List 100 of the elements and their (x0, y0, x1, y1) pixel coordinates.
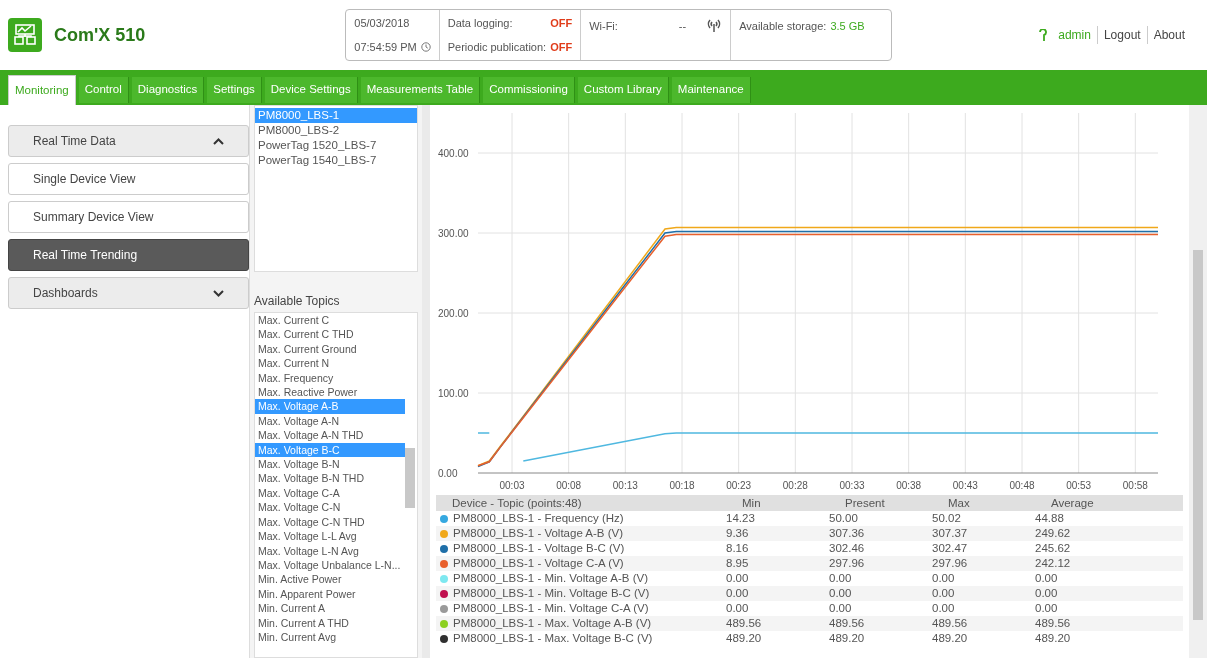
sidebar-item[interactable]: Real Time Data (8, 125, 249, 157)
topic-item[interactable]: Max. Voltage B-N THD (255, 471, 405, 486)
storage-label: Available storage: (739, 19, 827, 34)
table-cell: PM8000_LBS-1 - Min. Voltage C-A (V) (453, 601, 649, 616)
table-cell-text: 297.96 (829, 556, 866, 571)
x-tick-label: 00:08 (556, 480, 582, 491)
topic-item[interactable]: Max. Voltage B-N (255, 457, 405, 472)
table-cell-text: 50.02 (932, 511, 962, 526)
table-cell-text: 44.88 (1035, 511, 1065, 526)
topic-item[interactable]: Min. Active Power (255, 572, 405, 587)
sidebar-item[interactable]: Summary Device View (8, 201, 249, 233)
column-header: Max (948, 496, 971, 511)
wifi-label: Wi-Fi: (589, 19, 618, 34)
page-scrollbar[interactable] (1189, 105, 1207, 658)
topic-item[interactable]: Max. Voltage L-N Avg (255, 543, 405, 558)
x-tick-label: 00:48 (1009, 480, 1035, 491)
sidebar-item[interactable]: Single Device View (8, 163, 249, 195)
x-tick-label: 00:33 (839, 480, 865, 491)
header-link[interactable]: Logout (1096, 26, 1147, 44)
topic-item[interactable]: Max. Frequency (255, 370, 405, 386)
table-cell-text: 0.00 (829, 586, 853, 601)
table-cell-text: 245.62 (1035, 541, 1072, 556)
data-logging-label: Data logging: (447, 15, 513, 31)
sidebar-item[interactable]: Real Time Trending (8, 239, 249, 271)
table-cell-text: 302.47 (932, 541, 969, 556)
table-cell-text: 489.56 (932, 616, 969, 631)
topic-item[interactable]: Max. Voltage A-N (255, 413, 405, 429)
x-tick-label: 00:38 (896, 480, 922, 491)
table-cell-text: 50.00 (829, 511, 859, 526)
header-link[interactable]: About (1146, 26, 1191, 44)
column-header: Min (742, 496, 762, 511)
table-cell-text: 8.16 (726, 541, 750, 556)
topic-item[interactable]: Min. Current A (255, 601, 405, 616)
table-cell-text: 249.62 (1035, 526, 1072, 541)
table-cell-text: 0.00 (829, 601, 853, 616)
x-tick-label: 00:03 (499, 480, 525, 491)
table-cell-text: 0.00 (829, 571, 853, 586)
table-cell: PM8000_LBS-1 - Voltage B-C (V) (453, 541, 625, 556)
chevron-down-icon (213, 289, 224, 297)
table-cell-text: 307.37 (932, 526, 969, 541)
topic-item[interactable]: Max. Current C (255, 313, 405, 328)
scrollbar[interactable] (405, 448, 415, 508)
table-cell-text: 297.96 (932, 556, 969, 571)
table-cell-text: 0.00 (932, 601, 956, 616)
date-text: 05/03/2018 (354, 15, 411, 31)
table-cell-text: 9.36 (726, 526, 750, 541)
topic-item[interactable]: Min. Current Avg (255, 629, 405, 645)
column-header: Present (845, 496, 886, 511)
logo-icon (8, 18, 42, 52)
table-cell-text: 489.56 (829, 616, 866, 631)
device-item[interactable]: PowerTag 1540_LBS-7 (255, 153, 417, 168)
table-cell-text: 489.20 (1035, 631, 1072, 646)
wifi-value: -- (678, 19, 687, 34)
topic-item[interactable]: Max. Voltage C-N (255, 500, 405, 515)
clock-icon (420, 42, 431, 53)
time-text: 07:54:59 PM (354, 40, 417, 55)
table-cell-text: 0.00 (1035, 601, 1059, 616)
y-tick-label: 0.00 (438, 468, 458, 479)
topic-item[interactable]: Min. Current A THD (255, 615, 405, 630)
topic-item[interactable]: Max. Voltage Unbalance L-N... (255, 557, 405, 573)
antenna-icon (706, 18, 723, 32)
chevron-up-icon (213, 137, 224, 145)
table-cell-text: 0.00 (726, 586, 750, 601)
y-tick-label: 400.00 (438, 148, 469, 159)
table-cell-text: 242.12 (1035, 556, 1072, 571)
sidebar-item[interactable]: Dashboards (8, 277, 249, 309)
table-cell-text: 0.00 (1035, 586, 1059, 601)
x-tick-label: 00:13 (612, 480, 638, 491)
user-icon (1038, 28, 1049, 42)
table-cell-text: 489.20 (726, 631, 763, 646)
topic-item[interactable]: Min. Apparent Power (255, 586, 405, 602)
y-tick-label: 200.00 (438, 308, 469, 319)
topic-item[interactable]: Max. Current Ground (255, 341, 405, 357)
device-list[interactable]: PM8000_LBS-1 PM8000_LBS-2 PowerTag 1520_LBS-7 PowerTag 1540_LBS-7 (254, 105, 418, 272)
device-item[interactable]: PM8000_LBS-2 (255, 123, 417, 138)
table-cell-text: 0.00 (726, 601, 750, 616)
device-item[interactable]: PowerTag 1520_LBS-7 (255, 138, 417, 153)
topics-list[interactable] (254, 312, 418, 658)
column-header: Device - Topic (points:48) (452, 496, 583, 511)
periodic-publication-value: OFF (550, 40, 573, 55)
table-cell: PM8000_LBS-1 - Voltage A-B (V) (453, 526, 624, 541)
topic-item[interactable]: Max. Voltage A-N THD (255, 428, 405, 443)
periodic-publication-label: Periodic publication: (447, 40, 547, 55)
topic-item[interactable]: Max. Current N (255, 356, 405, 371)
table-cell-text: 8.95 (726, 556, 750, 571)
topic-item[interactable]: Max. Reactive Power (255, 385, 405, 400)
table-cell-text: 0.00 (932, 586, 956, 601)
x-tick-label: 00:28 (782, 480, 808, 491)
data-logging-value: OFF (550, 15, 573, 31)
table-cell-text: 0.00 (726, 571, 750, 586)
x-tick-label: 00:58 (1122, 480, 1148, 491)
topic-item[interactable]: Max. Voltage L-L Avg (255, 529, 405, 544)
table-cell-text: 0.00 (1035, 571, 1059, 586)
app-title: Com'X 510 (54, 23, 146, 47)
table-cell-text: 489.20 (829, 631, 866, 646)
topic-item[interactable]: Max. Voltage C-N THD (255, 514, 405, 530)
table-cell-text: 489.56 (1035, 616, 1072, 631)
topic-item[interactable]: Max. Current C THD (255, 327, 405, 342)
topic-item[interactable]: Max. Voltage C-A (255, 485, 405, 501)
table-cell-text: 489.56 (726, 616, 763, 631)
